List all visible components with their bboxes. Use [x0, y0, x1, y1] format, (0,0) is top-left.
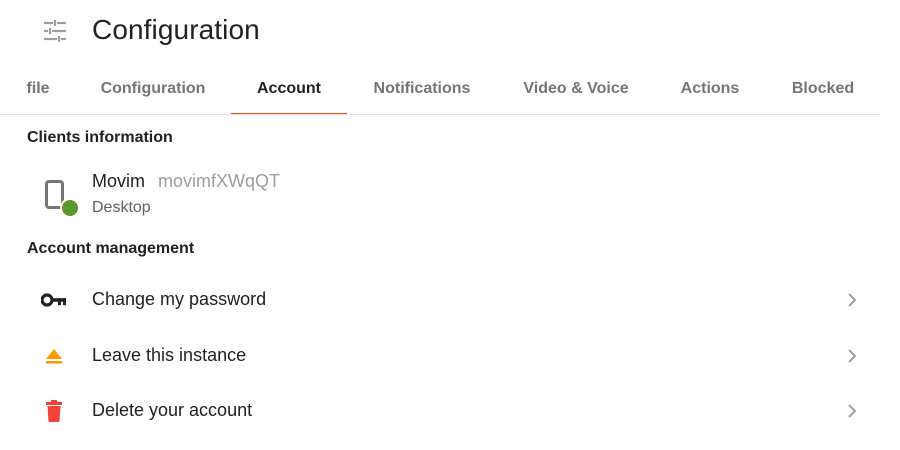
tab-notifications[interactable]: Notifications [366, 64, 478, 114]
client-item: Movim movimfXWqQT Desktop [0, 160, 880, 224]
client-id: movimfXWqQT [158, 171, 281, 191]
trash-icon [41, 399, 67, 423]
tab-bar: file Configuration Account Notifications… [0, 64, 880, 115]
chevron-right-icon [848, 349, 857, 363]
leave-instance-label: Leave this instance [92, 345, 247, 365]
account-section-title: Account management [27, 240, 195, 257]
tab-account[interactable]: Account [231, 64, 347, 114]
tab-actions[interactable]: Actions [672, 64, 748, 114]
page-header: Configuration [0, 0, 900, 62]
client-name: Movim [92, 171, 145, 191]
page-title: Configuration [92, 14, 260, 45]
tab-profile[interactable]: file [22, 64, 54, 114]
key-icon [41, 288, 67, 312]
delete-account-item[interactable]: Delete your account [0, 383, 880, 439]
eject-icon [41, 344, 67, 368]
change-password-label: Change my password [92, 289, 267, 309]
online-status-dot [60, 198, 80, 218]
clients-section-title: Clients information [27, 129, 173, 146]
delete-account-label: Delete your account [92, 400, 253, 420]
tab-configuration[interactable]: Configuration [92, 64, 214, 114]
settings-page: Configuration file Configuration Account… [0, 0, 900, 450]
phone-icon [42, 178, 80, 220]
client-type: Desktop [92, 199, 151, 216]
change-password-item[interactable]: Change my password [0, 272, 880, 328]
chevron-right-icon [848, 293, 857, 307]
chevron-right-icon [848, 404, 857, 418]
tab-video-voice[interactable]: Video & Voice [515, 64, 637, 114]
tune-icon[interactable] [42, 18, 68, 44]
leave-instance-item[interactable]: Leave this instance [0, 328, 880, 384]
tab-blocked[interactable]: Blocked [784, 64, 862, 114]
